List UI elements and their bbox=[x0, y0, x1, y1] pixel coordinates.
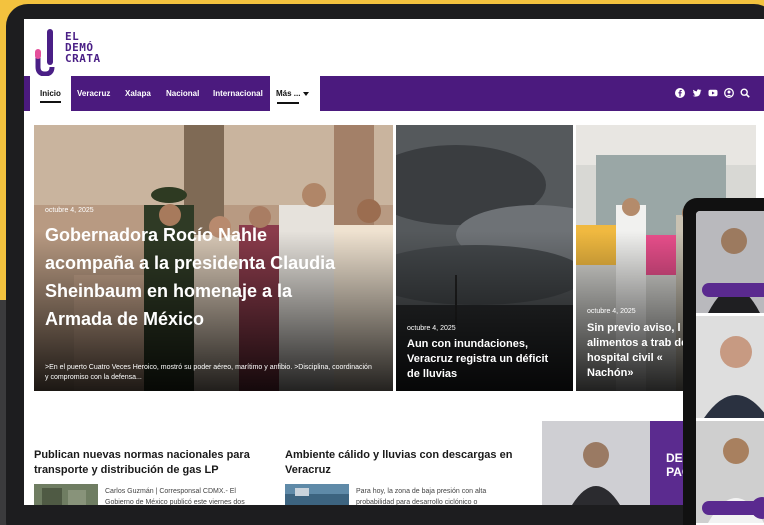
main-nav: Inicio Veracruz Xalapa Nacional Internac… bbox=[24, 76, 764, 111]
hero-main-date: octubre 4, 2025 bbox=[45, 207, 94, 214]
nav-more-dropdown[interactable]: Más ... bbox=[270, 76, 320, 111]
nav-item-nacional[interactable]: Nacional bbox=[166, 76, 199, 111]
nav-item-inicio[interactable]: Inicio bbox=[30, 76, 71, 111]
facebook-icon[interactable] bbox=[675, 88, 685, 98]
hero-mid-headline[interactable]: Aun con inundaciones, Veracruz registra … bbox=[407, 337, 557, 382]
logo-icon bbox=[35, 29, 55, 77]
user-icon[interactable] bbox=[724, 88, 734, 98]
article-2-title[interactable]: Ambiente cálido y lluvias con descargas … bbox=[285, 448, 525, 478]
browser-screen: EL DEMÓ CRATA Inicio Veracruz Xalapa Nac… bbox=[24, 19, 764, 505]
search-icon[interactable] bbox=[740, 88, 750, 98]
article-1-excerpt: Carlos Guzmán | Corresponsal CDMX.- El G… bbox=[105, 488, 245, 505]
phone-card-1[interactable] bbox=[696, 211, 764, 313]
chevron-down-icon bbox=[303, 91, 310, 96]
laptop-frame: EL DEMÓ CRATA Inicio Veracruz Xalapa Nac… bbox=[6, 4, 764, 525]
nav-item-internacional[interactable]: Internacional bbox=[213, 76, 263, 111]
hero-main-headline[interactable]: Gobernadora Rocío Nahle acompaña a la pr… bbox=[45, 221, 345, 333]
phone-card-3[interactable] bbox=[696, 421, 764, 523]
nav-more-label: Más ... bbox=[276, 89, 301, 98]
hero-right-date: octubre 4, 2025 bbox=[587, 308, 636, 315]
phone-card-1-bar bbox=[702, 283, 764, 297]
nav-item-veracruz[interactable]: Veracruz bbox=[77, 76, 110, 111]
phone-card-2-photo bbox=[696, 316, 764, 418]
logo-line-3: CRATA bbox=[65, 52, 101, 65]
youtube-icon[interactable] bbox=[708, 88, 718, 98]
hero-main-excerpt: >En el puerto Cuatro Veces Heroico, most… bbox=[45, 364, 372, 381]
nav-item-xalapa[interactable]: Xalapa bbox=[125, 76, 151, 111]
article-2-excerpt: Para hoy, la zona de baja presión con al… bbox=[356, 488, 487, 505]
hero-main-article[interactable]: octubre 4, 2025 Gobernadora Rocío Nahle … bbox=[34, 125, 393, 391]
hero-mid-date: octubre 4, 2025 bbox=[407, 325, 456, 332]
twitter-icon[interactable] bbox=[692, 88, 702, 98]
article-2-thumb[interactable] bbox=[285, 484, 349, 505]
article-1-thumb[interactable] bbox=[34, 484, 98, 505]
article-1-title[interactable]: Publican nuevas normas nacionales para t… bbox=[34, 448, 264, 478]
hero-mid-article[interactable]: octubre 4, 2025 Aun con inundaciones, Ve… bbox=[396, 125, 573, 391]
phone-screen bbox=[696, 211, 764, 525]
phone-card-1-photo bbox=[696, 211, 764, 313]
site-logo[interactable]: EL DEMÓ CRATA bbox=[33, 25, 153, 81]
phone-card-2[interactable] bbox=[696, 316, 764, 418]
phone-frame bbox=[683, 198, 764, 525]
logo-text: EL DEMÓ CRATA bbox=[65, 31, 101, 64]
